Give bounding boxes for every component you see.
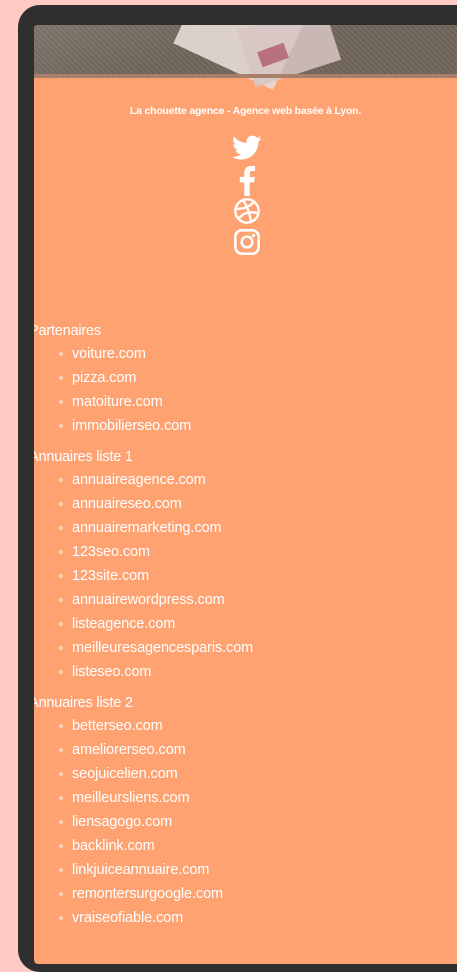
footer-screen: La chouette agence - Agence web basée à … xyxy=(34,25,457,964)
list-item: listeseo.com xyxy=(34,660,457,684)
list-item: vraiseofiable.com xyxy=(34,906,457,930)
bullet-icon xyxy=(59,844,63,848)
bullet-icon xyxy=(59,892,63,896)
list-item: listeagence.com xyxy=(34,612,457,636)
link-group: Annuaires liste 1 annuaireagence.com annua… xyxy=(34,449,457,684)
partner-link[interactable]: backlink.com xyxy=(72,838,155,854)
list-item: linkjuiceannuaire.com xyxy=(34,858,457,882)
bullet-icon xyxy=(59,748,63,752)
list-item: liensagogo.com xyxy=(34,810,457,834)
partner-link[interactable]: linkjuiceannuaire.com xyxy=(72,862,209,878)
partner-link[interactable]: 123site.com xyxy=(72,568,149,584)
list-item: annuairemarketing.com xyxy=(34,516,457,540)
twitter-link[interactable] xyxy=(230,135,264,165)
partner-link[interactable]: liensagogo.com xyxy=(72,814,172,830)
list-item: annuaireagence.com xyxy=(34,468,457,492)
partner-link[interactable]: annuairewordpress.com xyxy=(72,592,225,608)
list-item: remontersurgoogle.com xyxy=(34,882,457,906)
link-group: Annuaires liste 2 betterseo.com ameliorers… xyxy=(34,695,457,930)
partner-link[interactable]: voiture.com xyxy=(72,346,146,362)
list-item: seojuicelien.com xyxy=(34,762,457,786)
partner-link[interactable]: listeagence.com xyxy=(72,616,175,632)
dribbble-link[interactable] xyxy=(230,197,264,227)
list-item: 123seo.com xyxy=(34,540,457,564)
bullet-icon xyxy=(59,820,63,824)
partner-link[interactable]: matoiture.com xyxy=(72,394,163,410)
bullet-icon xyxy=(59,502,63,506)
bullet-icon xyxy=(59,400,63,404)
hero-image xyxy=(34,25,457,90)
partner-link[interactable]: immobilierseo.com xyxy=(72,418,191,434)
bullet-icon xyxy=(59,352,63,356)
list-item: annuaireseo.com xyxy=(34,492,457,516)
list-item: ameliorerseo.com xyxy=(34,738,457,762)
facebook-link[interactable] xyxy=(230,166,264,196)
link-list: annuaireagence.com annuaireseo.com annuair… xyxy=(34,468,457,684)
bullet-icon xyxy=(59,670,63,674)
link-list: betterseo.com ameliorerseo.com seojuicelie… xyxy=(34,714,457,930)
partner-link[interactable]: listeseo.com xyxy=(72,664,151,680)
social-links xyxy=(230,135,264,259)
bullet-icon xyxy=(59,646,63,650)
list-item: immobilierseo.com xyxy=(34,414,457,438)
partner-link[interactable]: annuaireseo.com xyxy=(72,496,182,512)
instagram-icon xyxy=(234,229,260,255)
link-group: Partenaires voiture.com pizza.com matoiture… xyxy=(34,323,457,438)
facebook-icon xyxy=(239,166,256,196)
bullet-icon xyxy=(59,478,63,482)
bullet-icon xyxy=(59,724,63,728)
link-group-title: Partenaires xyxy=(34,323,101,339)
partner-link[interactable]: betterseo.com xyxy=(72,718,163,734)
list-item: meilleuresagencesparis.com xyxy=(34,636,457,660)
instagram-link[interactable] xyxy=(230,228,264,258)
list-item: backlink.com xyxy=(34,834,457,858)
link-group-title: Annuaires liste 1 xyxy=(34,449,133,465)
list-item: voiture.com xyxy=(34,342,457,366)
partner-link[interactable]: seojuicelien.com xyxy=(72,766,178,782)
list-item: betterseo.com xyxy=(34,714,457,738)
partner-link[interactable]: annuairemarketing.com xyxy=(72,520,222,536)
partner-link[interactable]: ameliorerseo.com xyxy=(72,742,186,758)
link-group-title: Annuaires liste 2 xyxy=(34,695,133,711)
footer-link-groups: Partenaires voiture.com pizza.com matoiture… xyxy=(34,323,457,941)
bullet-icon xyxy=(59,424,63,428)
bullet-icon xyxy=(59,868,63,872)
twitter-icon xyxy=(232,135,262,160)
list-item: annuairewordpress.com xyxy=(34,588,457,612)
partner-link[interactable]: pizza.com xyxy=(72,370,136,386)
device-frame: La chouette agence - Agence web basée à … xyxy=(18,5,457,972)
partner-link[interactable]: meilleursliens.com xyxy=(72,790,190,806)
partner-link[interactable]: annuaireagence.com xyxy=(72,472,206,488)
partner-link[interactable]: meilleuresagencesparis.com xyxy=(72,640,253,656)
bullet-icon xyxy=(59,796,63,800)
partner-link[interactable]: remontersurgoogle.com xyxy=(72,886,223,902)
list-item: matoiture.com xyxy=(34,390,457,414)
list-item: 123site.com xyxy=(34,564,457,588)
bullet-icon xyxy=(59,574,63,578)
bullet-icon xyxy=(59,622,63,626)
partner-link[interactable]: 123seo.com xyxy=(72,544,150,560)
bullet-icon xyxy=(59,550,63,554)
partner-link[interactable]: vraiseofiable.com xyxy=(72,910,183,926)
bullet-icon xyxy=(59,526,63,530)
bullet-icon xyxy=(59,772,63,776)
list-item: pizza.com xyxy=(34,366,457,390)
bullet-icon xyxy=(59,598,63,602)
bullet-icon xyxy=(59,916,63,920)
list-item: meilleursliens.com xyxy=(34,786,457,810)
link-list: voiture.com pizza.com matoiture.com immobil… xyxy=(34,342,457,438)
dribbble-icon xyxy=(234,198,260,224)
bullet-icon xyxy=(59,376,63,380)
footer-tagline: La chouette agence - Agence web basée à … xyxy=(129,105,362,117)
